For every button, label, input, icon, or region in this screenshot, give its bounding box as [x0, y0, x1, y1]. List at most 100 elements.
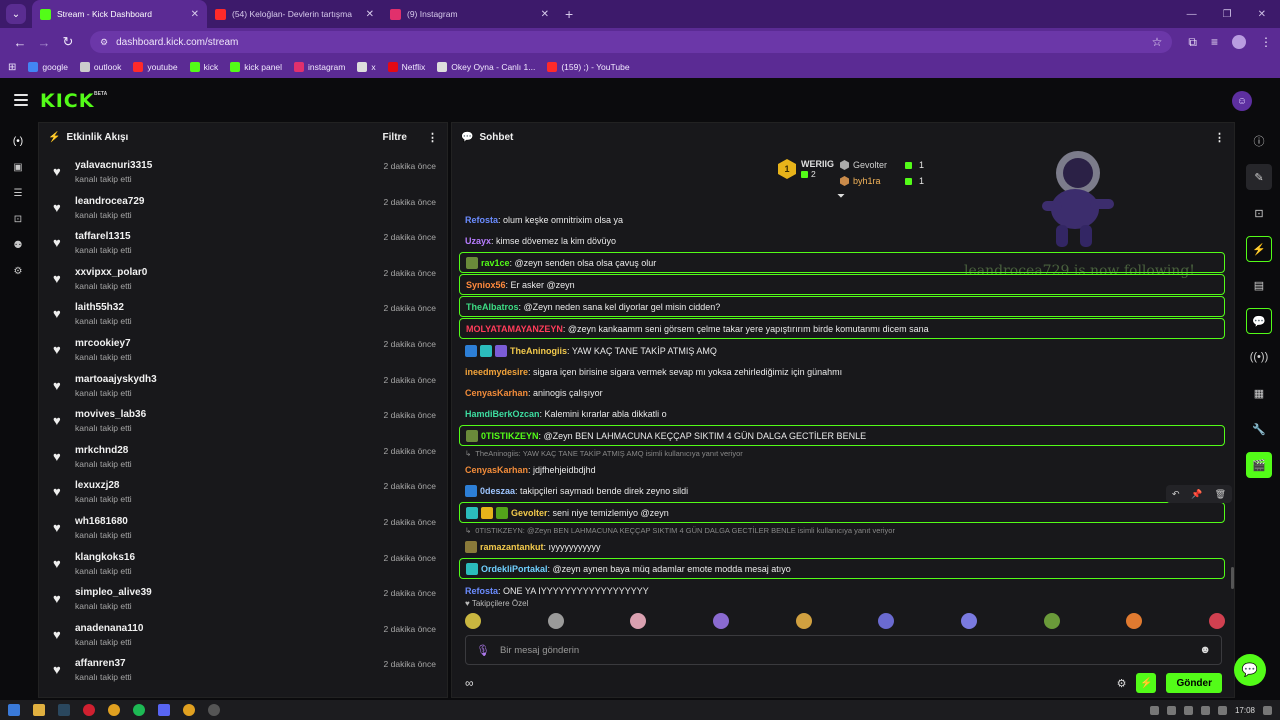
clock[interactable]: 17:08: [1235, 706, 1255, 715]
follower-name[interactable]: laith55h32: [75, 301, 384, 315]
chat-message[interactable]: Refosta: ONE YA IYYYYYYYYYYYYYYYYYY: [459, 580, 1225, 601]
chat-input[interactable]: 🎙 Bir mesaj gönderin ☻: [465, 635, 1222, 665]
chat-username[interactable]: 0deszaa: [480, 486, 515, 496]
notifications-icon[interactable]: [1263, 705, 1272, 715]
back-icon[interactable]: ←: [8, 35, 32, 50]
extensions-icon[interactable]: ⧉: [1188, 35, 1197, 50]
community-icon[interactable]: ☰: [0, 180, 36, 206]
bookmark-item[interactable]: outlook: [79, 62, 121, 72]
follower-name[interactable]: martoaajyskydh3: [75, 373, 384, 387]
bookmark-item[interactable]: kick: [189, 62, 218, 72]
stack-icon[interactable]: ▦: [1246, 380, 1272, 406]
file-explorer-icon[interactable]: [33, 704, 45, 716]
chat-username[interactable]: HamdiBerkOzcan: [465, 409, 540, 419]
minimize-icon[interactable]: —: [1187, 9, 1197, 20]
chat-message[interactable]: Uzayx: kimse dövemez la kim dövüyo: [459, 230, 1225, 251]
chat-message[interactable]: HamdiBerkOzcan: Kalemini kırarlar abla d…: [459, 403, 1225, 424]
collapse-leaderboard-icon[interactable]: ⏷: [837, 191, 845, 202]
kick-logo[interactable]: KICK: [40, 90, 94, 112]
follower-name[interactable]: anadenana110: [75, 622, 384, 636]
activity-toggle-icon[interactable]: ⚡: [1246, 236, 1272, 262]
chat-username[interactable]: Uzayx: [465, 236, 491, 246]
bookmark-item[interactable]: instagram: [294, 62, 345, 72]
opera-icon[interactable]: [83, 704, 95, 716]
browser-tab[interactable]: (9) Instagram ✕: [382, 0, 557, 28]
document-icon[interactable]: ▤: [1246, 272, 1272, 298]
delete-icon[interactable]: 🗑: [1215, 489, 1226, 500]
forward-icon[interactable]: →: [32, 35, 56, 50]
analytics-icon[interactable]: ▣: [0, 154, 36, 180]
wifi-icon[interactable]: [1200, 705, 1210, 715]
chat-message[interactable]: 0TISTIKZEYN: @Zeyn BEN LAHMACUNA KEÇÇAP …: [459, 425, 1225, 446]
emote[interactable]: [960, 613, 977, 629]
chat-message[interactable]: CenyasKarhan: jdjfhehjeidbdjhd: [459, 459, 1225, 480]
bookmark-item[interactable]: x: [357, 62, 376, 72]
chat-username[interactable]: Syniox56: [466, 280, 506, 290]
chat-username[interactable]: ramazantankut: [480, 542, 544, 552]
chat-message[interactable]: rav1ce: @zeyn senden olsa olsa çavuş olu…: [459, 252, 1225, 273]
gifter-name[interactable]: byh1ra: [853, 176, 901, 186]
chat-username[interactable]: TheAlbatros: [466, 302, 519, 312]
tray-icon[interactable]: [1149, 705, 1159, 715]
user-avatar[interactable]: ☺: [1232, 91, 1252, 111]
bookmark-item[interactable]: Netflix: [387, 62, 425, 72]
follower-name[interactable]: movives_lab36: [75, 408, 384, 422]
tray-icon[interactable]: [1166, 705, 1176, 715]
chat-username[interactable]: CenyasKarhan: [465, 465, 528, 475]
filter-button[interactable]: Filtre: [383, 132, 407, 143]
apps-grid-icon[interactable]: ⊞: [8, 62, 16, 73]
browser-tab[interactable]: (54) Keloğlan- Devlerin tartışma ✕: [207, 0, 382, 28]
pin-icon[interactable]: 📌: [1191, 489, 1202, 500]
chat-message[interactable]: TheAlbatros: @Zeyn neden sana kel diyorl…: [459, 296, 1225, 317]
top-gifter-name[interactable]: WERIIG: [801, 159, 834, 169]
menu-icon[interactable]: [14, 94, 28, 106]
follower-name[interactable]: lexuxzj28: [75, 479, 384, 493]
new-tab-button[interactable]: +: [565, 6, 573, 22]
volume-icon[interactable]: [1217, 705, 1227, 715]
settings-icon[interactable]: ⚙: [0, 258, 36, 284]
bookmark-item[interactable]: google: [28, 62, 68, 72]
chat-username[interactable]: CenyasKarhan: [465, 388, 528, 398]
gifter-name[interactable]: Gevolter: [853, 160, 901, 170]
address-bar[interactable]: ⚙ dashboard.kick.com/stream ☆: [90, 31, 1173, 53]
users-icon[interactable]: ⚉: [0, 232, 36, 258]
follower-name[interactable]: wh1681680: [75, 515, 384, 529]
chat-message[interactable]: ineedmydesire: sigara içen birisine siga…: [459, 361, 1225, 382]
follower-name[interactable]: yalavacnuri3315: [75, 159, 384, 173]
steam-icon[interactable]: [58, 704, 70, 716]
follower-name[interactable]: taffarel1315: [75, 230, 384, 244]
chat-username[interactable]: ineedmydesire: [465, 367, 528, 377]
bookmark-item[interactable]: (159) ;) - YouTube: [547, 62, 630, 72]
follower-name[interactable]: klangkoks16: [75, 551, 384, 565]
chat-message[interactable]: MOLYATAMAYANZEYN: @zeyn kankaamm seni gö…: [459, 318, 1225, 339]
chat-message[interactable]: Refosta: olum keşke omnitrixim olsa ya: [459, 209, 1225, 230]
emote[interactable]: [465, 613, 481, 629]
maximize-icon[interactable]: ❐: [1223, 9, 1232, 20]
chat-message[interactable]: Syniox56: Er asker @zeyn: [459, 274, 1225, 295]
moderation-icon[interactable]: ⊡: [0, 206, 36, 232]
stream-icon[interactable]: (•): [0, 128, 36, 154]
chat-message[interactable]: 0deszaa: takipçileri saymadı bende direk…: [459, 480, 1225, 501]
wrench-icon[interactable]: 🔧: [1246, 416, 1272, 442]
chat-toggle-icon[interactable]: 💬: [1246, 308, 1272, 334]
chat-username[interactable]: MOLYATAMAYANZEYN: [466, 324, 563, 334]
spotify-icon[interactable]: [133, 704, 145, 716]
follower-name[interactable]: xxvipxx_polar0: [75, 266, 384, 280]
chat-message[interactable]: CenyasKarhan: aninogis çalışıyor: [459, 382, 1225, 403]
tab-search-icon[interactable]: ⌄: [6, 4, 26, 24]
emote[interactable]: [1043, 613, 1060, 629]
chat-message[interactable]: OrdekliPortakal: @zeyn aynen baya müq ad…: [459, 558, 1225, 579]
chat-username[interactable]: Gevolter: [511, 508, 548, 518]
more-options-icon[interactable]: ⋮: [427, 131, 438, 144]
chat-username[interactable]: Refosta: [465, 215, 498, 225]
reload-icon[interactable]: ↻: [56, 34, 80, 50]
chat-username[interactable]: Refosta: [465, 586, 498, 596]
edit-icon[interactable]: ✎: [1246, 164, 1272, 190]
windows-start-icon[interactable]: [8, 704, 20, 716]
close-tab-icon[interactable]: ✕: [191, 9, 199, 20]
chat-username[interactable]: rav1ce: [481, 258, 510, 268]
follower-name[interactable]: simpleo_alive39: [75, 586, 384, 600]
help-chat-button[interactable]: 💬: [1234, 654, 1266, 686]
screen-icon[interactable]: ⊡: [1246, 200, 1272, 226]
send-button[interactable]: Gönder: [1166, 673, 1222, 693]
